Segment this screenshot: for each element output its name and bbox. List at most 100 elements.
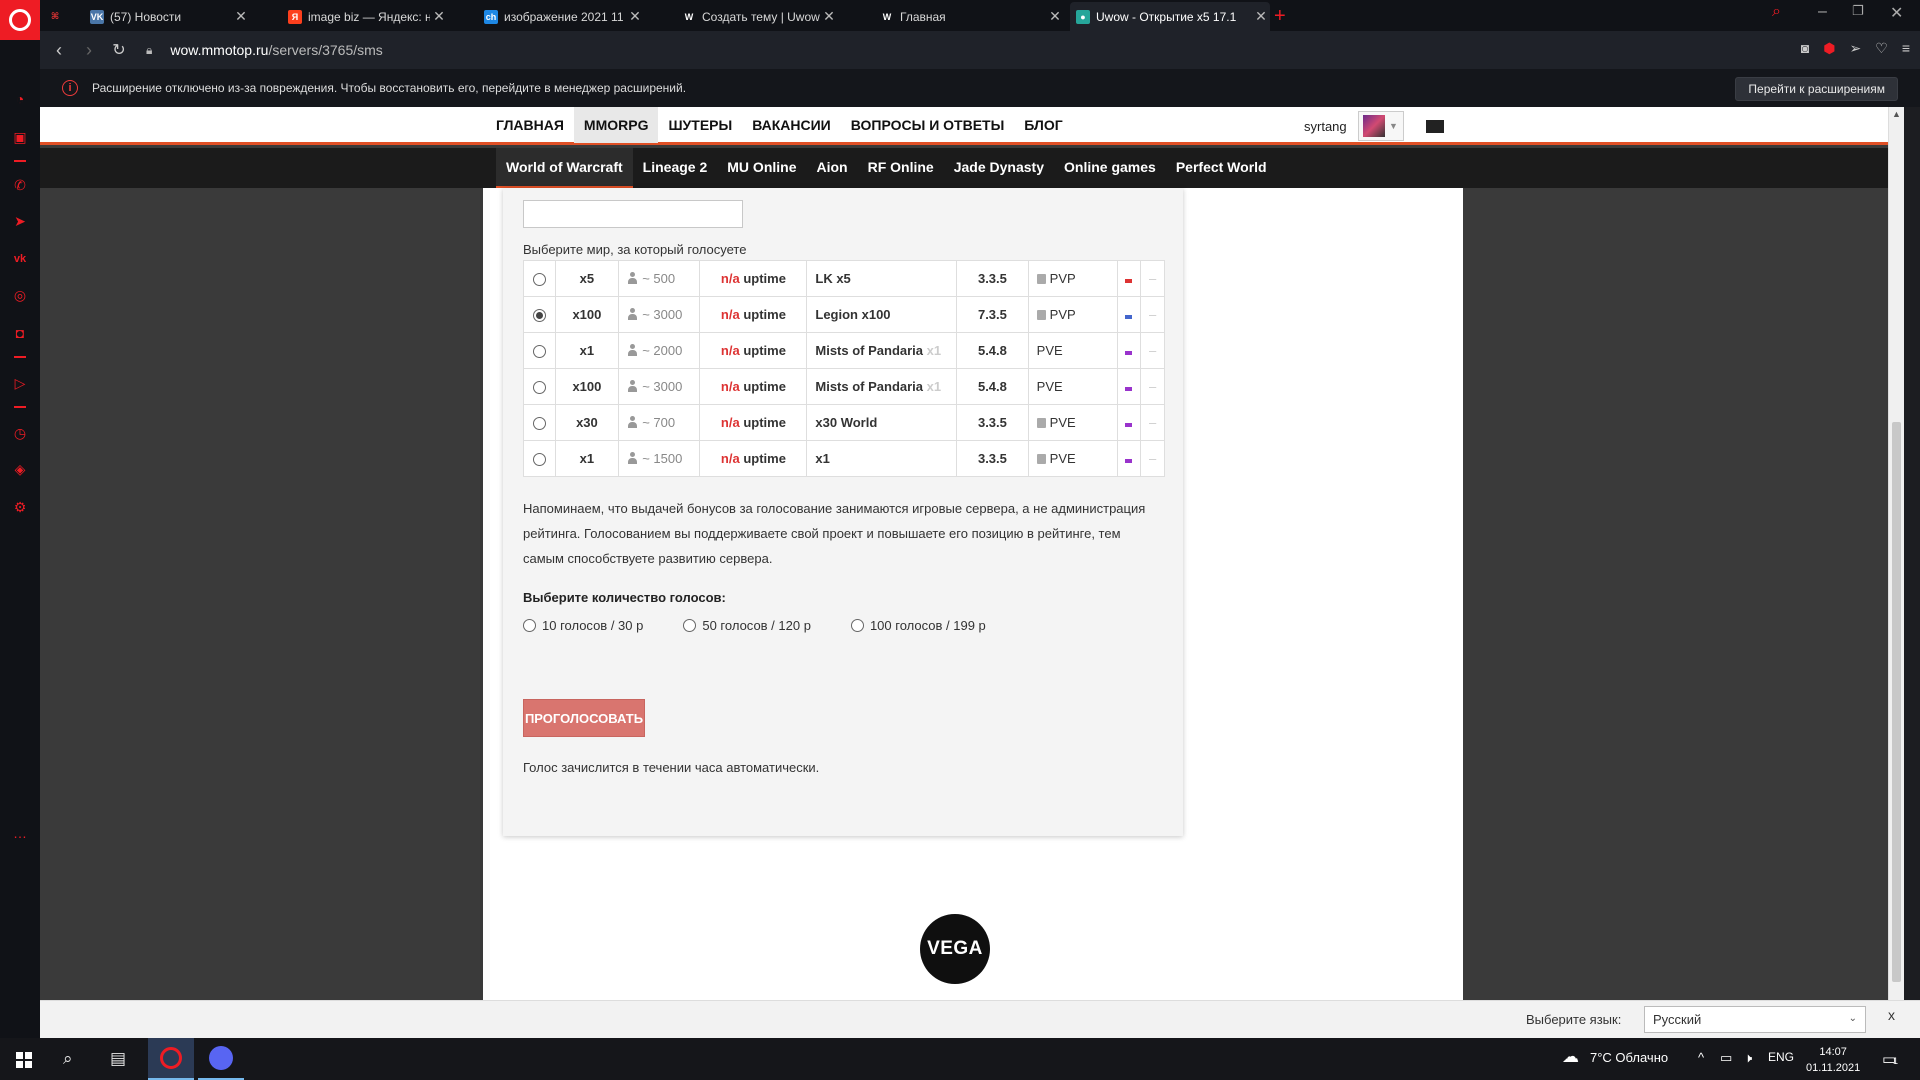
top-nav-item[interactable]: ШУТЕРЫ bbox=[658, 107, 742, 143]
history-icon[interactable]: ◷ bbox=[11, 424, 29, 442]
clock[interactable]: 14:07 01.11.2021 bbox=[1806, 1044, 1860, 1076]
taskbar-discord[interactable] bbox=[198, 1038, 244, 1080]
table-row[interactable]: x1 ~ 1500 n/a uptime x1 3.3.5 PVE – bbox=[523, 440, 1165, 477]
browser-tab[interactable]: ● Uwow - Открытие x5 17.1 ✕ bbox=[1070, 2, 1270, 31]
server-radio[interactable] bbox=[532, 417, 546, 431]
settings-gear-icon[interactable]: ⚙ bbox=[11, 498, 29, 516]
sub-nav-item[interactable]: Jade Dynasty bbox=[944, 148, 1054, 188]
vote-option-radio[interactable] bbox=[523, 619, 536, 632]
url-field[interactable]: wow.mmotop.ru/servers/3765/sms bbox=[170, 42, 382, 58]
browser-tab[interactable]: Яimage biz — Яндекс: наш✕ bbox=[282, 4, 448, 29]
camera-icon[interactable]: ◙ bbox=[1801, 40, 1809, 57]
sub-nav-item[interactable]: RF Online bbox=[858, 148, 944, 188]
shield-icon[interactable]: ⬢ bbox=[1823, 40, 1835, 57]
sub-nav-item[interactable]: MU Online bbox=[717, 148, 806, 188]
page-scrollbar[interactable]: ▲ bbox=[1888, 107, 1904, 1000]
close-tab-icon[interactable]: ✕ bbox=[232, 8, 250, 25]
scroll-up-icon[interactable]: ▲ bbox=[1892, 109, 1901, 119]
vote-option-radio[interactable] bbox=[683, 619, 697, 632]
close-tab-icon[interactable]: ✕ bbox=[626, 8, 644, 25]
server-radio-cell[interactable] bbox=[523, 440, 556, 477]
server-radio[interactable] bbox=[532, 345, 546, 359]
server-radio-cell[interactable] bbox=[523, 260, 556, 297]
maximize-button[interactable]: ❐ bbox=[1852, 3, 1864, 19]
table-row[interactable]: x30 ~ 700 n/a uptime x30 World 3.3.5 PVE – bbox=[523, 404, 1165, 441]
weather-text[interactable]: 7°C Облачно bbox=[1590, 1050, 1668, 1065]
table-row[interactable]: x1 ~ 2000 n/a uptime Mists of Pandaria x1 5.… bbox=[523, 332, 1165, 369]
sub-nav-item[interactable]: Lineage 2 bbox=[633, 148, 718, 188]
vote-button[interactable]: ПРОГОЛОСОВАТЬ bbox=[523, 699, 645, 737]
vote-option[interactable]: 10 голосов / 30 р bbox=[523, 618, 643, 633]
shopping-bag-icon[interactable]: ▣ bbox=[11, 128, 29, 146]
table-row[interactable]: x100 ~ 3000 n/a uptime Mists of Pandaria x1… bbox=[523, 368, 1165, 405]
server-radio[interactable] bbox=[532, 309, 546, 323]
search-tabs-icon[interactable]: ⌕ bbox=[1772, 3, 1781, 21]
username[interactable]: syrtang bbox=[1304, 119, 1347, 134]
vote-option-radio[interactable] bbox=[850, 619, 864, 632]
player-icon[interactable]: ▷ bbox=[11, 374, 29, 392]
vk-icon[interactable]: vk bbox=[11, 250, 29, 268]
more-options-icon[interactable]: … bbox=[11, 824, 29, 842]
server-radio-cell[interactable] bbox=[523, 296, 556, 333]
language-select[interactable]: Русский ⌄ bbox=[1644, 1006, 1866, 1033]
taskbar-opera[interactable] bbox=[148, 1038, 194, 1080]
task-view-icon[interactable]: ▤ bbox=[110, 1049, 126, 1069]
close-tab-icon[interactable]: ✕ bbox=[430, 8, 448, 25]
browser-tab[interactable]: W Создать тему | Uwow ✕ bbox=[676, 4, 838, 29]
table-row[interactable]: x5 ~ 500 n/a uptime LK x5 3.3.5 PVP – bbox=[523, 260, 1165, 297]
top-nav-item[interactable]: MMORPG bbox=[573, 107, 659, 143]
top-nav-item[interactable]: ВАКАНСИИ bbox=[742, 107, 841, 143]
sub-nav-item[interactable]: World of Warcraft bbox=[496, 148, 633, 188]
volume-icon[interactable]: 🕨︎ bbox=[1744, 1050, 1752, 1066]
server-radio[interactable] bbox=[532, 381, 546, 395]
close-window-button[interactable]: ✕ bbox=[1890, 3, 1903, 23]
opera-menu-button[interactable] bbox=[0, 0, 40, 40]
windows-start-icon[interactable] bbox=[16, 1052, 32, 1068]
instagram-icon[interactable]: ◎ bbox=[11, 286, 29, 304]
browser-tab[interactable]: ch изображение 2021 11 01✕ bbox=[478, 4, 644, 29]
close-tab-icon[interactable]: ✕ bbox=[1046, 8, 1064, 25]
go-to-extensions-button[interactable]: Перейти к расширениям bbox=[1735, 77, 1898, 101]
minimize-button[interactable]: – bbox=[1818, 3, 1827, 21]
heart-icon[interactable]: ♡ bbox=[1875, 40, 1888, 57]
sub-nav-item[interactable]: Online games bbox=[1054, 148, 1166, 188]
top-nav-item[interactable]: БЛОГ bbox=[1014, 107, 1072, 143]
vote-option[interactable]: 50 голосов / 120 р bbox=[683, 618, 811, 633]
telegram-icon[interactable]: ➤ bbox=[11, 212, 29, 230]
table-row[interactable]: x100 ~ 3000 n/a uptime Legion x100 7.3.5 PVP – bbox=[523, 296, 1165, 333]
menu-icon[interactable]: ≡ bbox=[1902, 40, 1910, 57]
close-tab-icon[interactable]: ✕ bbox=[820, 8, 838, 25]
forward-button[interactable]: › bbox=[74, 40, 104, 61]
server-radio-cell[interactable] bbox=[523, 404, 556, 441]
server-radio-cell[interactable] bbox=[523, 368, 556, 405]
close-tab-icon[interactable]: ✕ bbox=[1252, 8, 1270, 25]
server-radio[interactable] bbox=[532, 453, 546, 467]
reload-button[interactable]: ↻ bbox=[104, 40, 134, 60]
tab-vk-news[interactable]: ⌘ bbox=[48, 4, 82, 29]
tray-expand-icon[interactable]: ^ bbox=[1698, 1050, 1704, 1065]
browser-tab[interactable]: W Главная ✕ bbox=[874, 4, 1064, 29]
new-tab-button[interactable]: + bbox=[1274, 5, 1286, 28]
language-bar-close-button[interactable]: x bbox=[1888, 1007, 1895, 1023]
mail-icon[interactable] bbox=[1426, 120, 1444, 133]
discord-icon[interactable]: ◘ bbox=[11, 324, 29, 342]
network-icon[interactable]: ▭ bbox=[1720, 1050, 1732, 1066]
text-input[interactable] bbox=[523, 200, 743, 228]
scrollbar-thumb[interactable] bbox=[1892, 422, 1901, 982]
input-language[interactable]: ENG bbox=[1768, 1050, 1794, 1064]
top-nav-item[interactable]: ГЛАВНАЯ bbox=[486, 107, 574, 143]
send-icon[interactable]: ➢ bbox=[1850, 40, 1862, 57]
whatsapp-icon[interactable]: ✆ bbox=[11, 176, 29, 194]
extensions-cube-icon[interactable]: ◈ bbox=[11, 460, 29, 478]
server-radio[interactable] bbox=[532, 273, 546, 287]
browser-tab[interactable]: VK (57) Новости ✕ bbox=[84, 4, 250, 29]
top-nav-item[interactable]: ВОПРОСЫ И ОТВЕТЫ bbox=[841, 107, 1015, 143]
server-radio-cell[interactable] bbox=[523, 332, 556, 369]
vote-option[interactable]: 100 голосов / 199 р bbox=[850, 618, 986, 633]
sub-nav-item[interactable]: Aion bbox=[807, 148, 858, 188]
user-avatar-dropdown[interactable]: ▼ bbox=[1358, 111, 1404, 141]
search-icon[interactable]: ⌕ bbox=[63, 1049, 73, 1069]
speed-dial-icon[interactable]: ◔ bbox=[11, 90, 29, 108]
sub-nav-item[interactable]: Perfect World bbox=[1166, 148, 1277, 188]
back-button[interactable]: ‹ bbox=[44, 40, 74, 61]
